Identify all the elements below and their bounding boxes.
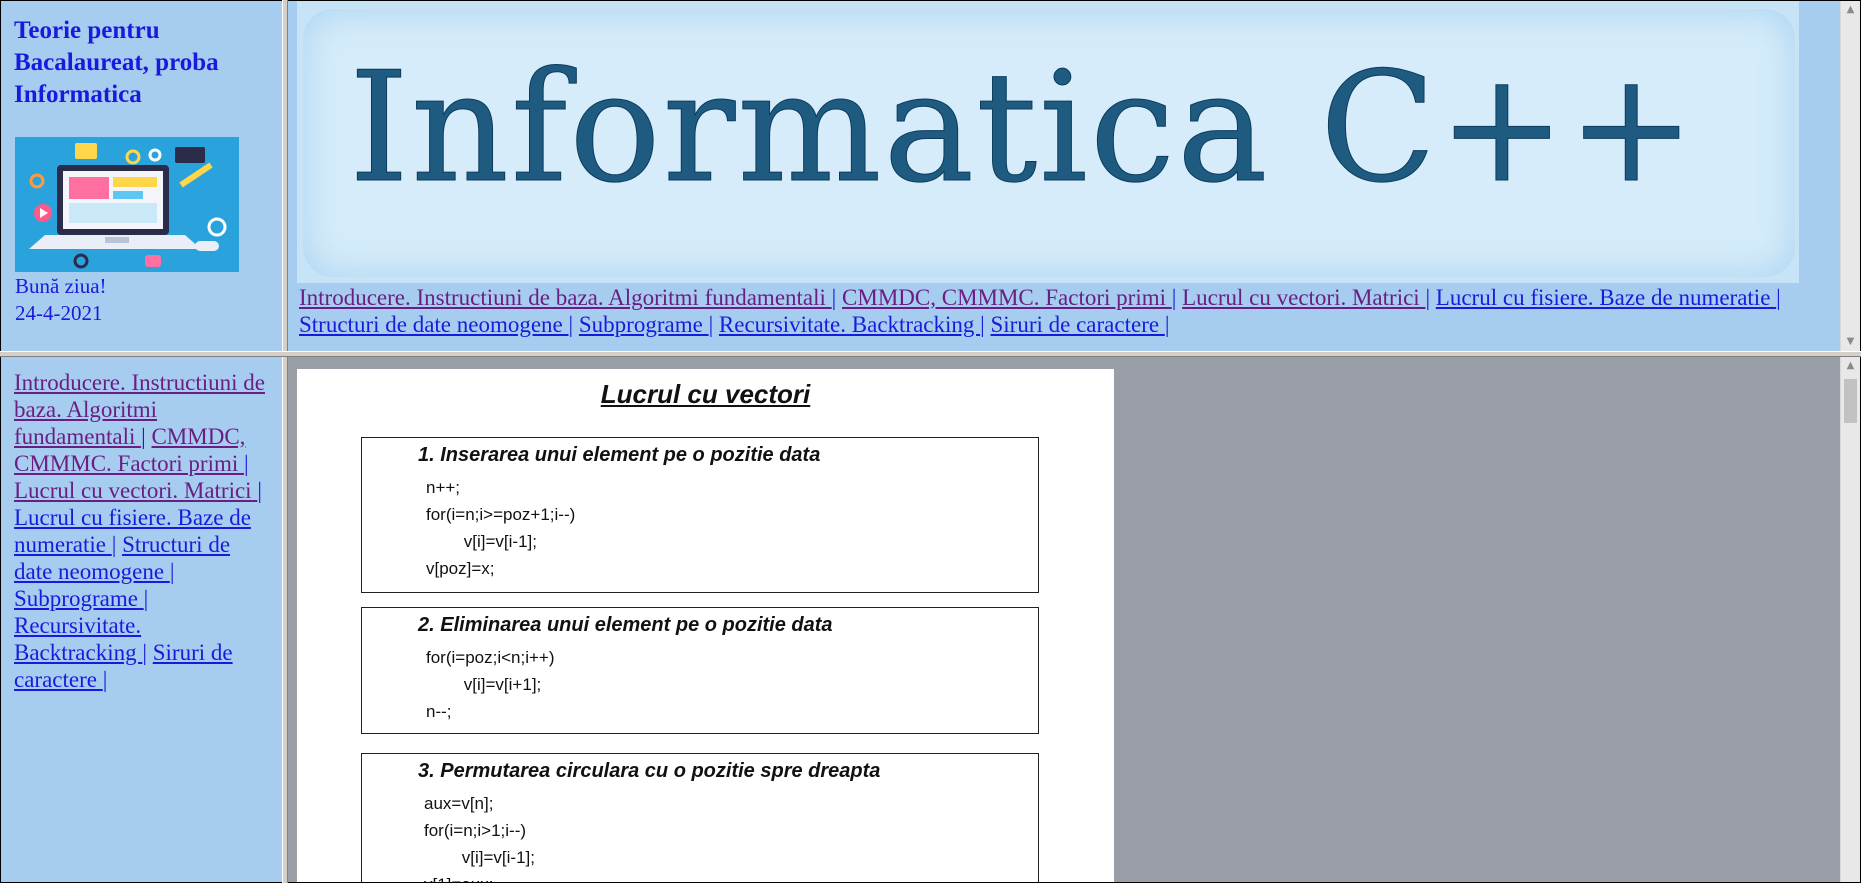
nav-separator: | [169, 559, 175, 584]
section-heading: 3. Permutarea circulara cu o pozitie spr… [418, 760, 881, 782]
nav-separator: | [143, 586, 149, 611]
nav-separator: | [111, 532, 117, 557]
banner-title: Informatica C++ [349, 39, 1697, 217]
top-right-frame: Informatica C++ Introducere. Instructiun… [286, 0, 1861, 352]
section-box: 3. Permutarea circulara cu o pozitie spr… [361, 753, 1039, 882]
code-line: aux=v[n]; [424, 794, 494, 813]
code-line: v[i]=v[i+1]; [426, 675, 542, 694]
computer-illustration-icon [15, 137, 239, 272]
document-title: Lucrul cu vectori [600, 379, 811, 409]
content-frame: Lucrul cu vectori 1. Inserarea unui elem… [286, 356, 1861, 883]
nav-link-structuri[interactable]: Structuri de date neomogene [299, 312, 569, 337]
document-image: Lucrul cu vectori 1. Inserarea unui elem… [297, 369, 1114, 882]
side-link-vectori[interactable]: Lucrul cu vectori. Matrici [14, 478, 257, 503]
site-title: Teorie pentru Bacalaureat, proba Informa… [14, 17, 219, 108]
scrollbar-thumb[interactable] [1844, 379, 1857, 423]
current-date: 24-4-2021 [15, 301, 103, 325]
code-line: for(i=n;i>1;i--) [424, 821, 527, 840]
nav-link-siruri[interactable]: Siruri de caractere [991, 312, 1165, 337]
side-link-recursivitate[interactable]: Recursivitate. Backtracking [14, 613, 142, 665]
nav-link-vectori[interactable]: Lucrul cu vectori. Matrici [1182, 285, 1425, 310]
top-navigation: Introducere. Instructiuni de baza. Algor… [299, 284, 1819, 338]
greeting-block: Bună ziua! 24-4-2021 [15, 273, 107, 327]
banner: Informatica C++ [297, 1, 1799, 283]
nav-separator: | [831, 285, 837, 310]
computer-illustration-image [15, 137, 239, 272]
code-line: v[i]=v[i-1]; [424, 848, 535, 867]
nav-link-recursivitate[interactable]: Recursivitate. Backtracking [719, 312, 980, 337]
code-line: n--; [426, 702, 452, 721]
nav-separator: | [1171, 285, 1177, 310]
nav-link-fisiere[interactable]: Lucrul cu fisiere. Baze de numeratie [1436, 285, 1776, 310]
section-box: 2. Eliminarea unui element pe o pozitie … [361, 607, 1039, 734]
code-line: n++; [426, 478, 461, 497]
side-link-subprograme[interactable]: Subprograme [14, 586, 144, 611]
nav-separator: | [244, 451, 249, 476]
nav-separator: | [102, 667, 108, 692]
nav-separator: | [568, 312, 574, 337]
nav-separator: | [142, 640, 147, 665]
side-navigation: Introducere. Instructiuni de baza. Algor… [14, 369, 269, 693]
top-frame-scrollbar[interactable]: ▲ ▼ [1840, 1, 1860, 351]
bottom-left-frame: Introducere. Instructiuni de baza. Algor… [0, 356, 284, 883]
frameset: Teorie pentru Bacalaureat, proba Informa… [0, 0, 1861, 883]
code-line: v[poz]=x; [426, 559, 495, 578]
greeting-text: Bună ziua! [15, 274, 107, 298]
nav-link-introducere[interactable]: Introducere. Instructiuni de baza. Algor… [299, 285, 832, 310]
code-line: for(i=poz;i<n;i++) [426, 648, 555, 667]
scroll-down-icon[interactable]: ▼ [1841, 333, 1860, 351]
scroll-up-icon[interactable]: ▲ [1841, 1, 1860, 19]
nav-link-subprograme[interactable]: Subprograme [579, 312, 709, 337]
frame-divider-horizontal[interactable] [0, 351, 1861, 357]
nav-separator: | [980, 312, 985, 337]
code-line: for(i=n;i>=poz+1;i--) [426, 505, 576, 524]
nav-separator: | [257, 478, 262, 503]
code-line: v[1]=aux; [424, 875, 493, 882]
top-left-frame: Teorie pentru Bacalaureat, proba Informa… [0, 0, 284, 352]
section-heading: 1. Inserarea unui element pe o pozitie d… [418, 444, 821, 466]
content-scrollbar[interactable]: ▲ [1840, 357, 1860, 882]
nav-separator: | [141, 424, 146, 449]
nav-separator: | [1164, 312, 1170, 337]
nav-separator: | [1776, 285, 1781, 310]
code-line: v[i]=v[i-1]; [426, 532, 537, 551]
nav-link-cmmdc[interactable]: CMMDC, CMMMC. Factori primi [842, 285, 1172, 310]
nav-separator: | [708, 312, 714, 337]
nav-separator: | [1425, 285, 1431, 310]
scroll-up-icon[interactable]: ▲ [1841, 357, 1860, 375]
section-heading: 2. Eliminarea unui element pe o pozitie … [418, 614, 833, 636]
frame-divider-vertical[interactable] [282, 0, 288, 883]
section-box: 1. Inserarea unui element pe o pozitie d… [361, 437, 1039, 593]
